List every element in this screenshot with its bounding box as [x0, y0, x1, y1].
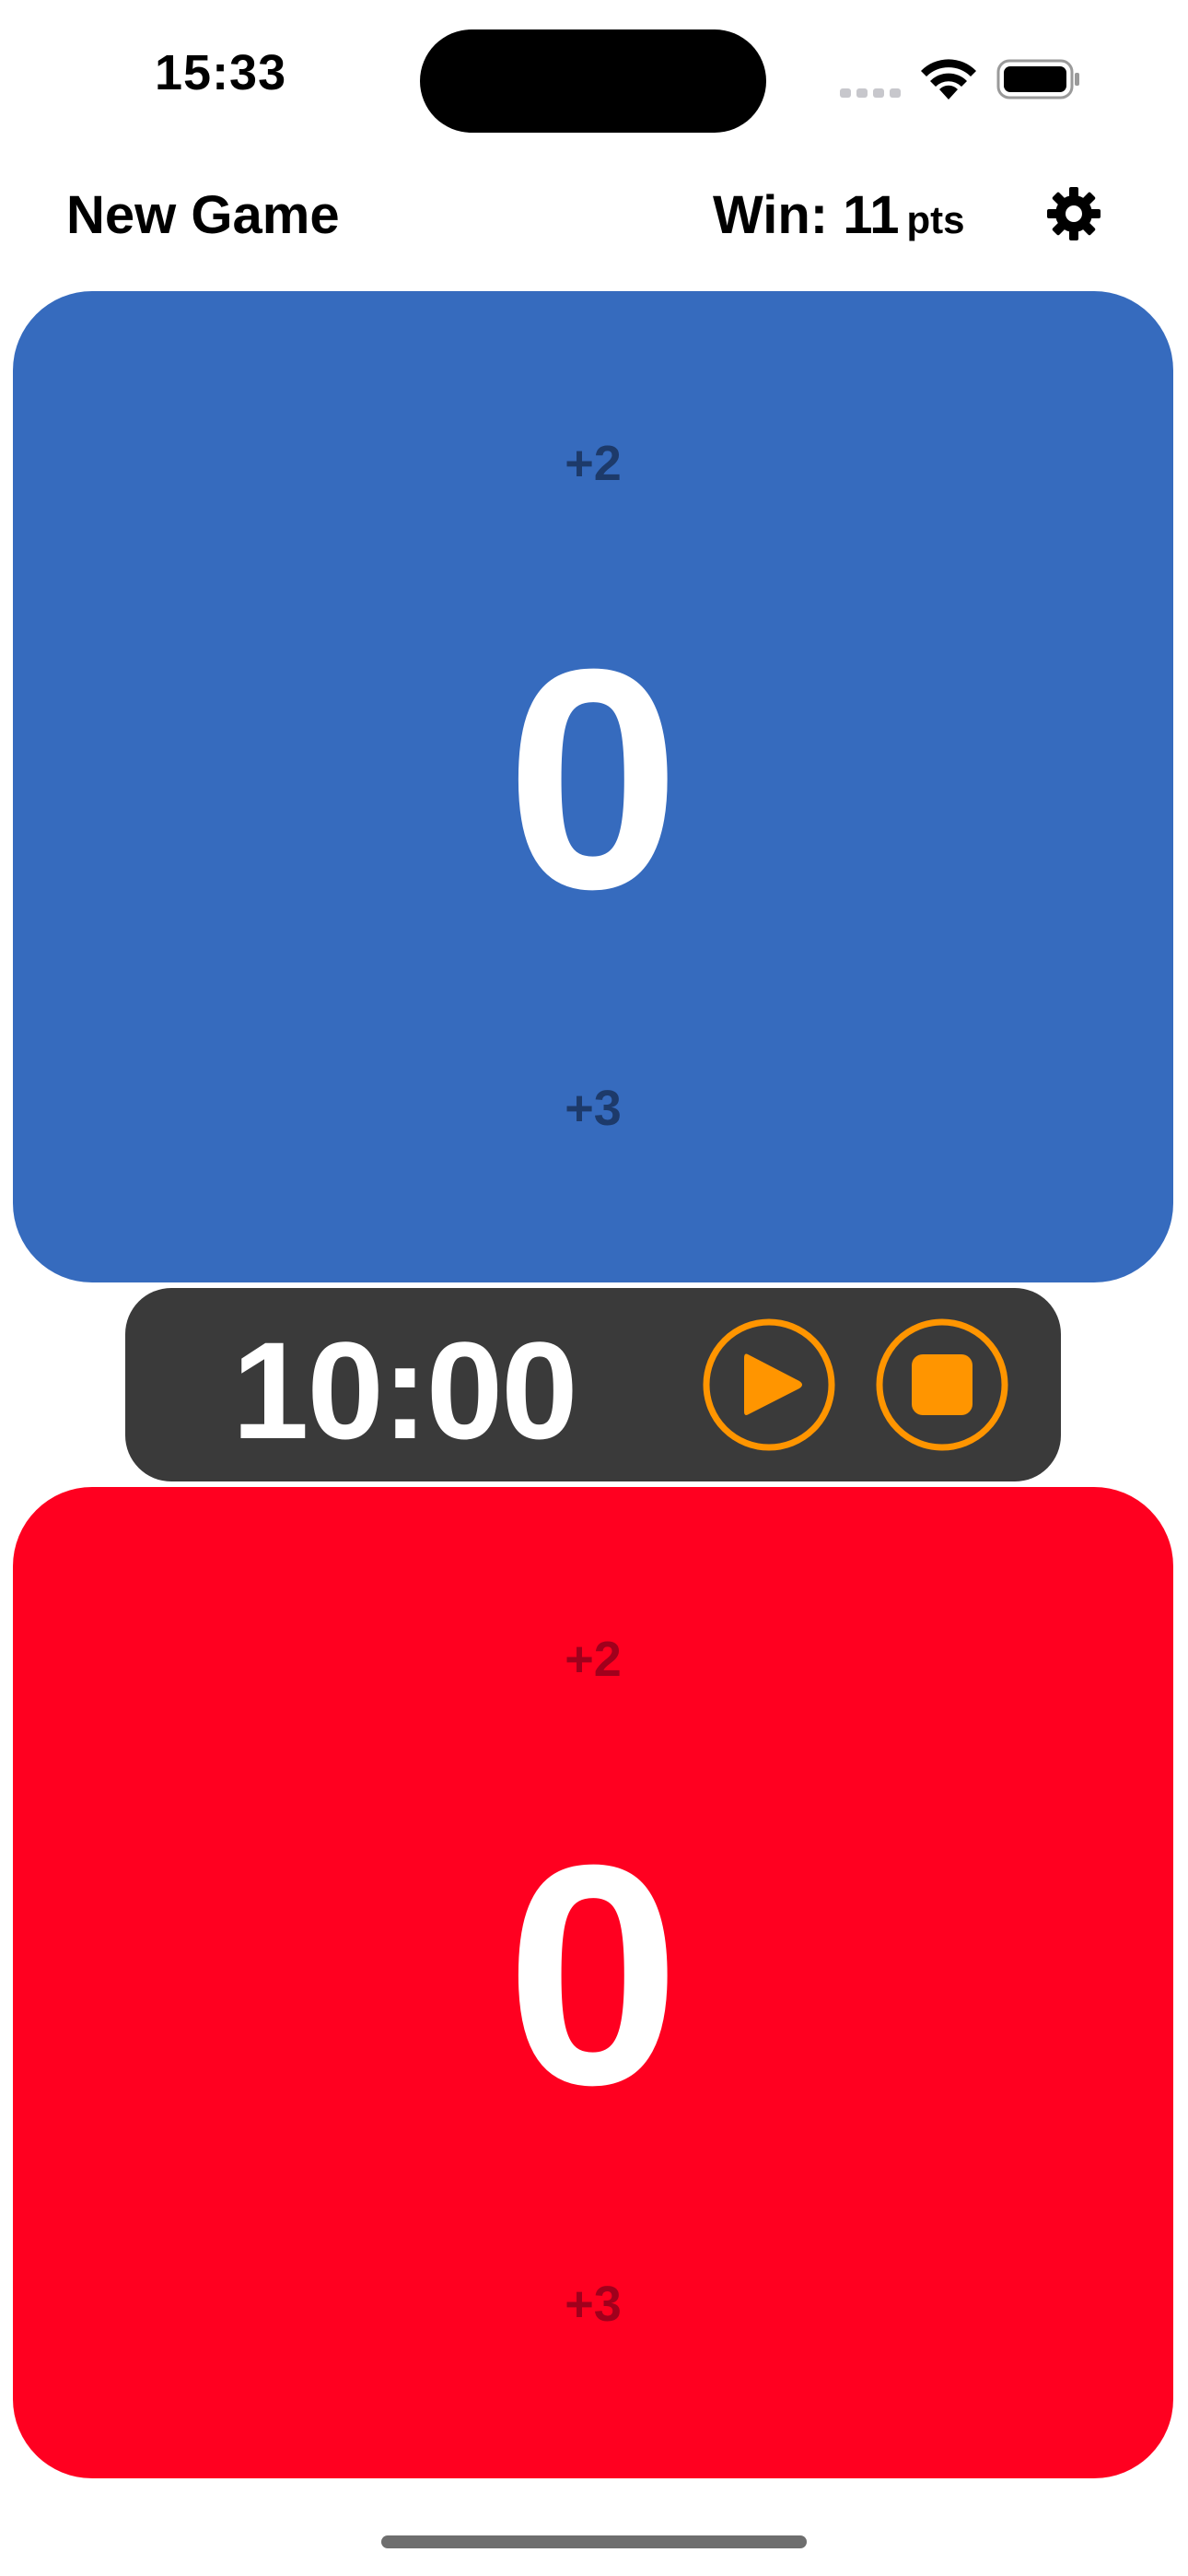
battery-icon: [996, 59, 1079, 100]
team-blue-score: 0: [506, 604, 681, 954]
stop-icon[interactable]: [873, 1316, 1011, 1454]
team-blue-panel[interactable]: +2 0 +3: [13, 291, 1173, 1282]
team-red-panel[interactable]: +2 0 +3: [13, 1487, 1173, 2478]
team-red-plus2-button[interactable]: +2: [13, 1631, 1173, 1688]
team-blue-plus2-button[interactable]: +2: [13, 435, 1173, 492]
team-red-score: 0: [506, 1800, 681, 2150]
win-target-unit: pts: [906, 198, 965, 241]
wifi-icon: [921, 59, 976, 100]
team-red-plus3-button[interactable]: +3: [13, 2276, 1173, 2333]
timer-bar: 10:00: [125, 1288, 1061, 1481]
new-game-button[interactable]: New Game: [66, 184, 340, 246]
status-time: 15:33: [155, 45, 287, 100]
win-target-button[interactable]: Win: 11 pts: [713, 184, 965, 246]
gear-icon[interactable]: [1044, 184, 1103, 243]
team-blue-plus3-button[interactable]: +3: [13, 1080, 1173, 1137]
cellular-signal-icon: [840, 88, 901, 98]
home-indicator[interactable]: [381, 2535, 807, 2548]
play-icon[interactable]: [700, 1316, 838, 1454]
dynamic-island: [420, 29, 766, 133]
app-screen: 15:33 New Game Win: 11 pts +2 0 +3 10:00…: [0, 0, 1188, 2576]
timer-display: 10:00: [232, 1313, 578, 1468]
win-target-value: Win: 11: [713, 185, 900, 245]
